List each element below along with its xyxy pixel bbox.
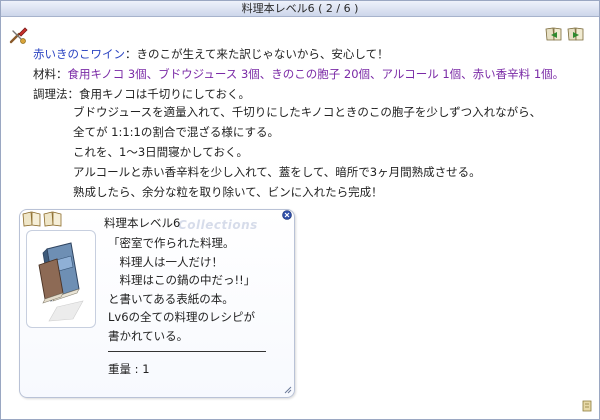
method-first-step: 食用キノコは千切りにしておく。 xyxy=(79,87,251,101)
item-weight: 重量 : 1 xyxy=(108,361,150,377)
item-title: 料理本レベル6 xyxy=(104,216,181,230)
method-step: アルコールと赤い香辛料を少し入れて、蓋をして、暗所で3ヶ月間熟成させる。 xyxy=(73,165,481,179)
method-step: ブドウジュースを適量入れて、千切りにしたキノコときのこの胞子を少しずつ入れながら… xyxy=(73,105,542,119)
book-next-icon[interactable] xyxy=(567,25,585,43)
method-label: 調理法： xyxy=(33,87,79,101)
method-line: 調理法：食用キノコは千切りにしておく。 xyxy=(33,85,250,104)
description-line: と書いてある表紙の本。 xyxy=(108,291,234,306)
close-icon[interactable] xyxy=(282,210,292,220)
description-line: 書かれている。 xyxy=(108,328,189,343)
materials-list: 食用キノコ 3個、ブドウジュース 3個、きのこの胞子 20個、アルコール 1個、… xyxy=(67,67,565,81)
window-title-bar[interactable]: 料理本レベル6 ( 2 / 6 ) xyxy=(1,1,599,17)
description-line: 「密室で作られた料理。 xyxy=(108,236,235,250)
cookbook-window: 料理本レベル6 ( 2 / 6 ) 赤いきのこワイン：きのこが生えて来た訳じゃな… xyxy=(0,0,600,420)
method-step: これを、1～3日間寝かしておく。 xyxy=(73,145,248,159)
description-line: 料理人は一人だけ！ xyxy=(108,254,223,269)
recipe-name-separator: ： xyxy=(125,47,137,61)
collections-watermark: Collections xyxy=(178,218,258,232)
method-step: 熟成したら、余分な粒を取り除いて、ビンに入れたら完成！ xyxy=(73,185,383,199)
window-title: 料理本レベル6 ( 2 / 6 ) xyxy=(241,2,359,15)
weight-value: 1 xyxy=(142,362,150,376)
resize-grip-icon[interactable] xyxy=(284,386,292,394)
recipe-title-line: 赤いきのこワイン：きのこが生えて来た訳じゃないから、安心して！ xyxy=(33,45,389,64)
description-line: 料理はこの鍋の中だっ!!」 xyxy=(108,273,256,288)
book-prev-icon[interactable] xyxy=(545,25,563,43)
open-book-icon[interactable] xyxy=(22,210,64,228)
weight-label: 重量 : xyxy=(108,362,143,376)
recipe-comment: きのこが生えて来た訳じゃないから、安心して！ xyxy=(136,47,389,61)
method-step: 全てが 1:1:1の割合で混ざる様にする。 xyxy=(73,125,279,139)
window-resize-icon[interactable] xyxy=(581,399,593,413)
item-image-frame xyxy=(26,230,96,328)
materials-label: 材料： xyxy=(33,67,68,81)
recipe-name: 赤いきのこワイン xyxy=(33,47,125,61)
materials-line: 材料：食用キノコ 3個、ブドウジュース 3個、きのこの胞子 20個、アルコール … xyxy=(33,65,564,84)
description-line: Lv6の全ての料理のレシピが xyxy=(108,310,256,325)
cookbook-item-icon xyxy=(38,242,84,322)
item-description: 「密室で作られた料理。 料理人は一人だけ！ 料理はこの鍋の中だっ!!」 と書いて… xyxy=(108,234,255,346)
description-divider xyxy=(108,351,266,352)
item-info-window[interactable]: Collections 料理本レベル6 「密室で作られた料理。 料理人は一人だけ… xyxy=(19,209,295,398)
cooking-tool-icon xyxy=(9,27,28,44)
